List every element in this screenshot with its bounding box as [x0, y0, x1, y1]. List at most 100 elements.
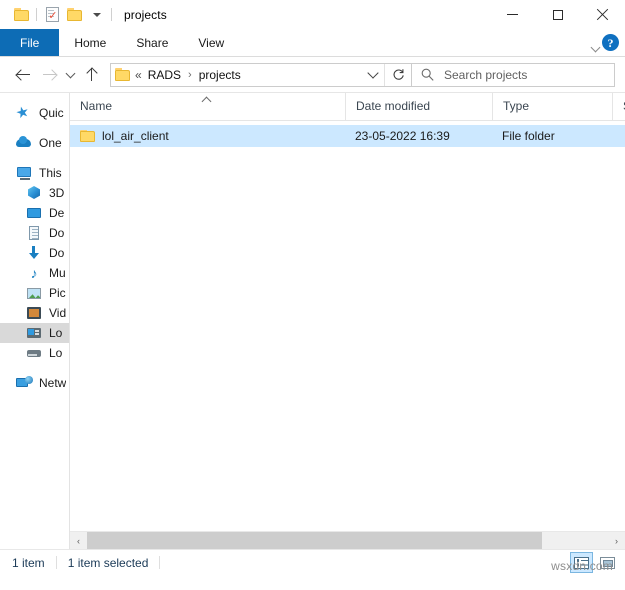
sidebar-item-label: Lo	[49, 346, 63, 360]
address-dropdown-button[interactable]	[362, 64, 384, 86]
status-bar: 1 item 1 item selected wsxdn.com	[0, 549, 625, 575]
qat-separator-2	[111, 8, 112, 21]
chevron-down-icon	[93, 12, 101, 17]
videos-icon	[26, 305, 42, 321]
sidebar-item-pictures[interactable]: Pic	[0, 283, 69, 303]
qat-folder-button[interactable]	[10, 4, 32, 26]
sidebar-item-desktop[interactable]: De	[0, 203, 69, 223]
sidebar-item-label: Do	[49, 226, 65, 240]
qat-properties-button[interactable]: ✓	[41, 4, 63, 26]
column-header-type[interactable]: Type	[492, 93, 612, 120]
window-controls	[490, 0, 625, 29]
sidebar-item-quick-access[interactable]: ★ Quic	[0, 103, 69, 123]
file-rows: lol_air_client 23-05-2022 16:39 File fol…	[70, 121, 625, 531]
minimize-icon	[507, 14, 518, 15]
network-icon	[16, 375, 33, 391]
scroll-thumb[interactable]	[87, 532, 542, 549]
details-view-button[interactable]	[570, 552, 593, 573]
maximize-button[interactable]	[535, 0, 580, 29]
sidebar-item-music[interactable]: ♪ Mu	[0, 263, 69, 283]
search-box[interactable]: Search projects	[412, 62, 615, 87]
this-pc-icon	[16, 165, 32, 181]
ribbon-tabs: File Home Share View ?	[0, 29, 625, 57]
breadcrumb-overflow[interactable]: «	[135, 68, 142, 82]
folder-icon	[13, 8, 29, 21]
properties-icon: ✓	[45, 7, 59, 22]
tab-file[interactable]: File	[0, 29, 60, 56]
downloads-icon	[26, 245, 42, 261]
address-bar[interactable]: « RADS › projects	[110, 62, 412, 87]
sidebar-item-this-pc[interactable]: This	[0, 163, 69, 183]
qat-separator-1	[36, 8, 37, 21]
sidebar-item-label: This	[39, 166, 62, 180]
breadcrumb-separator[interactable]: ›	[188, 69, 192, 81]
close-button[interactable]	[580, 0, 625, 29]
refresh-button[interactable]	[385, 63, 411, 87]
sidebar-item-label: Lo	[49, 326, 63, 340]
large-icons-view-button[interactable]	[596, 552, 619, 573]
scroll-track[interactable]	[87, 532, 608, 549]
ribbon-right-controls: ?	[592, 29, 619, 56]
forward-button[interactable]	[36, 62, 62, 88]
status-separator	[55, 556, 57, 569]
search-placeholder: Search projects	[444, 67, 528, 82]
file-name-cell: lol_air_client	[70, 129, 345, 143]
sidebar-item-local-disk-c[interactable]: Lo	[0, 323, 69, 343]
quick-access-star-icon: ★	[13, 102, 32, 123]
sidebar-item-downloads[interactable]: Do	[0, 243, 69, 263]
tab-share[interactable]: Share	[121, 29, 183, 56]
help-button[interactable]: ?	[602, 34, 619, 51]
sidebar-item-videos[interactable]: Vid	[0, 303, 69, 323]
column-headers: Name Date modified Type Si	[70, 93, 625, 121]
qat-customize-button[interactable]	[85, 4, 107, 26]
pictures-icon	[26, 285, 42, 301]
window-title: projects	[124, 7, 167, 22]
back-button[interactable]	[10, 62, 36, 88]
sidebar-item-label: Quic	[39, 106, 64, 120]
navigation-bar: « RADS › projects Search projects	[0, 57, 625, 92]
qat-new-folder-button[interactable]	[63, 4, 85, 26]
navigation-pane: ★ Quic One This 3D De Do Do ♪ Mu Pic Vid…	[0, 93, 70, 549]
explorer-content: ★ Quic One This 3D De Do Do ♪ Mu Pic Vid…	[0, 92, 625, 549]
sidebar-item-local-disk-d[interactable]: Lo	[0, 343, 69, 363]
scroll-right-arrow[interactable]: ›	[608, 532, 625, 549]
sort-ascending-icon	[200, 95, 214, 103]
breadcrumb-item-projects[interactable]: projects	[198, 68, 242, 82]
sidebar-item-label: Mu	[49, 266, 66, 280]
column-header-size[interactable]: Si	[612, 93, 625, 120]
details-view-icon	[574, 556, 589, 569]
sidebar-item-documents[interactable]: Do	[0, 223, 69, 243]
table-row[interactable]: lol_air_client 23-05-2022 16:39 File fol…	[70, 125, 625, 147]
sidebar-gap-3	[0, 363, 69, 373]
sidebar-item-3d-objects[interactable]: 3D	[0, 183, 69, 203]
scroll-left-arrow[interactable]: ‹	[70, 532, 87, 549]
folder-icon	[115, 68, 130, 81]
breadcrumb-item-rads[interactable]: RADS	[147, 68, 182, 82]
file-name: lol_air_client	[102, 129, 169, 143]
sidebar-item-onedrive[interactable]: One	[0, 133, 69, 153]
maximize-icon	[552, 9, 563, 20]
horizontal-scrollbar[interactable]: ‹ ›	[70, 531, 625, 549]
tab-view[interactable]: View	[183, 29, 239, 56]
recent-locations-button[interactable]	[62, 62, 78, 88]
quick-access-toolbar: ✓ projects	[0, 4, 167, 26]
file-list-pane: Name Date modified Type Si lol_air_clien…	[70, 93, 625, 549]
sidebar-item-label: Pic	[49, 286, 66, 300]
arrow-up-icon	[84, 68, 99, 81]
local-disk-icon	[26, 345, 42, 361]
sidebar-gap-1	[0, 123, 69, 133]
column-header-name[interactable]: Name	[70, 93, 345, 120]
large-icons-view-icon	[600, 556, 615, 569]
tab-home[interactable]: Home	[59, 29, 121, 56]
new-folder-icon	[66, 8, 82, 21]
sidebar-gap-2	[0, 153, 69, 163]
column-header-label: Date modified	[356, 99, 431, 113]
sidebar-item-network[interactable]: Netw	[0, 373, 69, 393]
title-bar: ✓ projects	[0, 0, 625, 29]
column-header-label: Type	[503, 99, 530, 113]
music-note-icon: ♪	[30, 265, 38, 281]
minimize-button[interactable]	[490, 0, 535, 29]
up-button[interactable]	[78, 62, 104, 88]
column-header-date-modified[interactable]: Date modified	[345, 93, 492, 120]
sidebar-item-label: Do	[49, 246, 65, 260]
